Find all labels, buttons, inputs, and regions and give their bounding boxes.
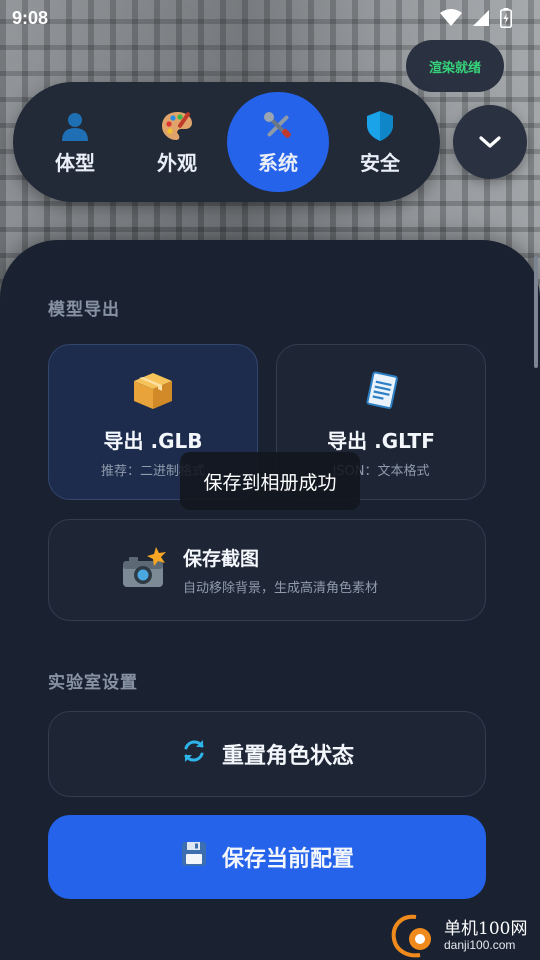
shield-icon: [363, 109, 397, 143]
battery-icon: [500, 8, 512, 28]
reset-character-label: 重置角色状态: [221, 744, 354, 769]
person-icon: [58, 109, 92, 143]
render-status-badge: 渲染就绪: [406, 40, 504, 92]
document-icon: [361, 371, 401, 415]
category-tab-bar: 体型 外观 系统 安全: [13, 82, 440, 202]
tools-icon: [261, 109, 295, 143]
signal-icon: [473, 10, 489, 26]
expand-menu-button[interactable]: [453, 105, 527, 179]
status-time: 9:08: [12, 7, 49, 28]
reset-character-button[interactable]: 重置角色状态: [48, 711, 486, 797]
tab-label: 外观: [157, 150, 197, 175]
tab-body-shape[interactable]: 体型: [24, 92, 126, 192]
watermark-logo-icon: [391, 914, 431, 958]
export-gltf-title: 导出 .GLTF: [327, 429, 435, 453]
tab-security[interactable]: 安全: [329, 92, 431, 192]
status-bar: 9:08: [0, 0, 540, 36]
chevron-down-icon: [479, 136, 501, 148]
tab-system[interactable]: 系统: [227, 92, 329, 192]
render-status-label: 渲染就绪: [428, 60, 481, 76]
section-title-lab-settings: 实验室设置: [48, 673, 138, 693]
refresh-icon: [180, 737, 208, 771]
palette-icon: [160, 109, 194, 143]
toast-message: 保存到相册成功: [180, 452, 360, 510]
section-title-model-export: 模型导出: [48, 300, 120, 320]
watermark-name: 单机100网: [444, 919, 528, 940]
tab-appearance[interactable]: 外观: [126, 92, 228, 192]
save-config-label: 保存当前配置: [221, 847, 354, 872]
save-screenshot-subtitle: 自动移除背景，生成高清角色素材: [183, 581, 379, 596]
tab-label: 体型: [55, 150, 95, 175]
toast-text: 保存到相册成功: [203, 471, 337, 494]
site-watermark: 单机100网 danji100.com: [390, 912, 540, 960]
export-glb-title: 导出 .GLB: [103, 429, 203, 453]
watermark-url: danji100.com: [444, 937, 516, 952]
scrollbar[interactable]: [534, 256, 538, 368]
tab-label: 系统: [258, 150, 298, 175]
wifi-icon: [440, 9, 462, 26]
save-screenshot-title: 保存截图: [183, 548, 260, 570]
floppy-disk-icon: [180, 840, 208, 874]
save-screenshot-button[interactable]: 保存截图 自动移除背景，生成高清角色素材: [48, 519, 486, 621]
camera-flash-icon: [121, 547, 167, 593]
package-icon: [132, 371, 174, 415]
save-config-button[interactable]: 保存当前配置: [48, 815, 486, 899]
status-icons: [440, 8, 512, 28]
tab-label: 安全: [360, 150, 400, 175]
